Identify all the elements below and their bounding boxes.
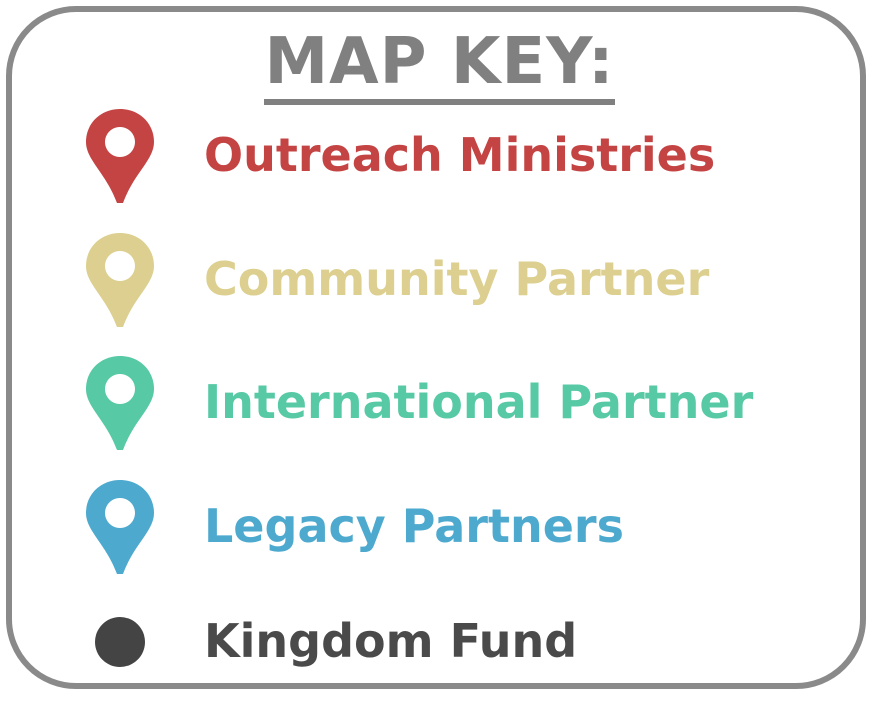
map-pin-icon [86, 233, 154, 327]
legend-item-legacy-partners: Legacy Partners [0, 476, 879, 576]
legend-item-outreach-ministries: Outreach Ministries [0, 105, 879, 205]
legend-item-kingdom-fund: Kingdom Fund [0, 591, 879, 691]
map-key-title: MAP KEY: [0, 22, 879, 105]
map-pin-icon [86, 109, 154, 203]
legend-label: Legacy Partners [204, 499, 624, 553]
legend-label: Outreach Ministries [204, 128, 716, 182]
map-pin-icon [86, 480, 154, 574]
legend-label: International Partner [204, 375, 754, 429]
legend-label: Kingdom Fund [204, 614, 578, 668]
legend-item-community-partner: Community Partner [0, 229, 879, 329]
map-pin-icon [86, 356, 154, 450]
legend-label: Community Partner [204, 252, 710, 306]
dot-icon [95, 617, 145, 667]
legend-item-international-partner: International Partner [0, 352, 879, 452]
